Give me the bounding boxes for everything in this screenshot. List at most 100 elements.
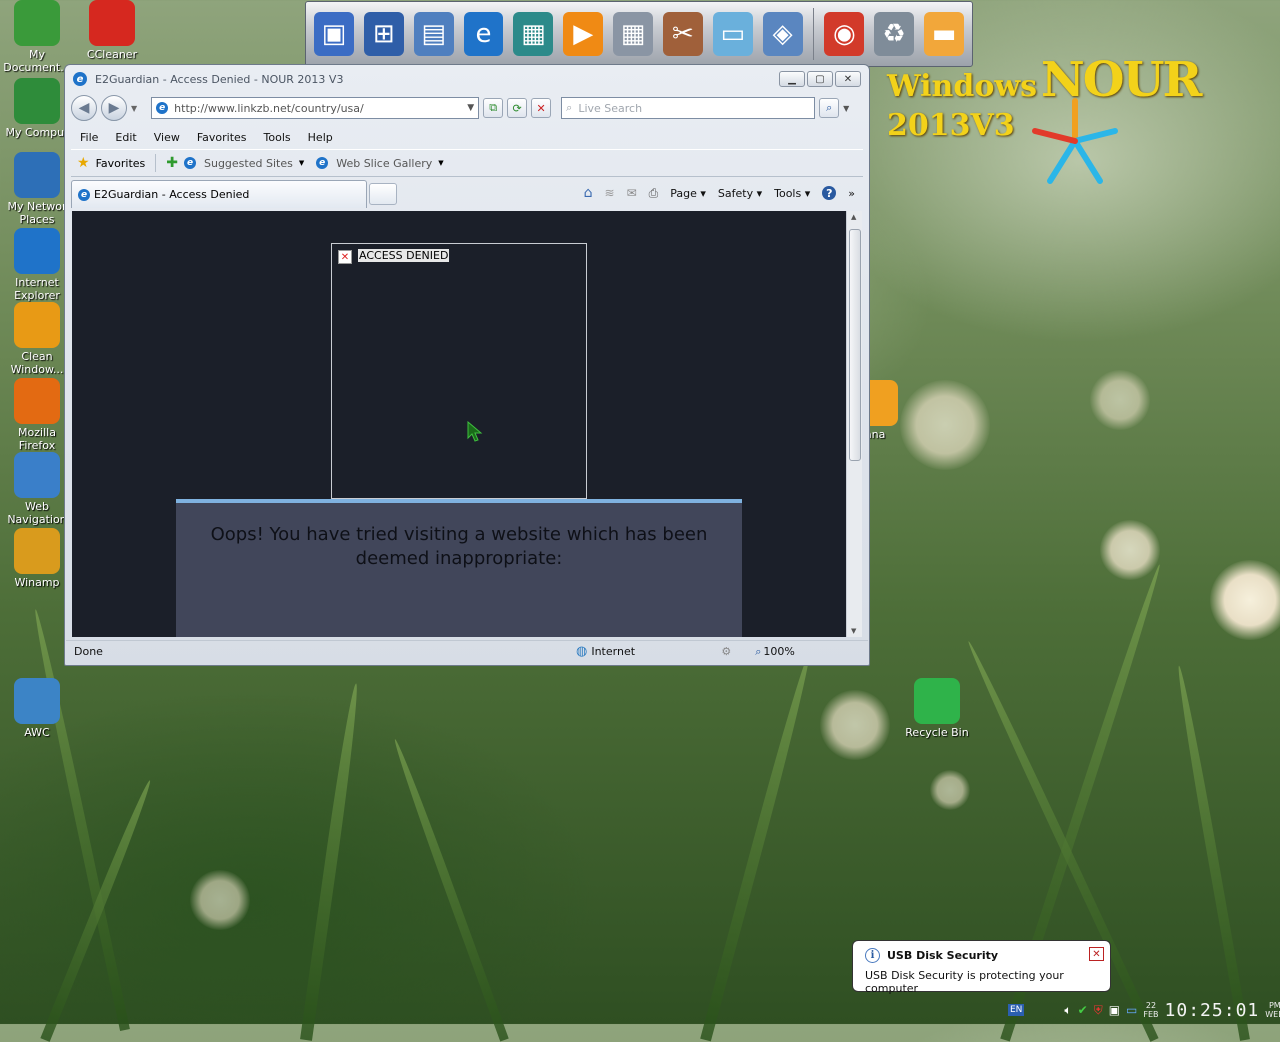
antivirus-icon[interactable]: ✔ xyxy=(1078,1003,1088,1017)
zoom-level[interactable]: 100% xyxy=(763,645,794,658)
tab-active[interactable]: e E2Guardian - Access Denied xyxy=(71,180,367,208)
suggested-sites-button[interactable]: Suggested Sites xyxy=(204,157,293,170)
menu-favorites[interactable]: Favorites xyxy=(197,131,247,144)
broken-image: ✕ ACCESS DENIED xyxy=(331,243,587,499)
clock[interactable]: 10:25:01 xyxy=(1165,1000,1260,1021)
launch-tools-icon[interactable]: ✂ xyxy=(663,12,703,56)
chevron-more-icon[interactable]: » xyxy=(848,187,855,200)
volume-icon[interactable]: 🔈︎ xyxy=(1064,1003,1071,1018)
launch-network-computers-icon[interactable]: ⊞ xyxy=(363,12,404,56)
desktop-icon-label: CCleaner xyxy=(86,48,138,61)
address-text: http://www.linkzb.net/country/usa/ xyxy=(174,101,364,115)
notification-close-button[interactable]: ✕ xyxy=(1089,947,1104,961)
scrollbar-thumb[interactable] xyxy=(849,229,861,461)
compatibility-view-button[interactable]: ⧉ xyxy=(483,98,504,118)
add-favorites-icon[interactable]: ✚ xyxy=(166,155,178,171)
tools-menu[interactable]: Tools ▾ xyxy=(774,187,810,200)
quick-launch-bar: ▣ ⊞ ▤ e ▦ ▶ ▦ ✂ ▭ ◈ ◉ ♻ ▬ xyxy=(305,1,973,67)
back-button[interactable]: ◀ xyxy=(71,95,97,121)
display-tray-icon[interactable]: ▭ xyxy=(1126,1003,1137,1017)
scroll-down-icon[interactable]: ▼ xyxy=(851,627,856,635)
page-content[interactable]: ✕ ACCESS DENIED Oops! You have tried vis… xyxy=(72,211,862,637)
search-placeholder: Live Search xyxy=(578,101,643,115)
close-button[interactable]: ✕ xyxy=(835,71,861,87)
desktop-icon-network[interactable]: My Networ Places xyxy=(0,152,74,226)
menu-help[interactable]: Help xyxy=(308,131,333,144)
protected-mode-icon[interactable]: ⚙ xyxy=(721,645,731,658)
web-slice-icon: e xyxy=(316,157,329,169)
desktop-icon-winamp[interactable]: Winamp xyxy=(0,528,74,589)
menu-file[interactable]: File xyxy=(80,131,98,144)
window-title: E2Guardian - Access Denied - NOUR 2013 V… xyxy=(95,72,344,86)
launch-chrome-icon[interactable]: ◉ xyxy=(824,12,865,56)
launch-media-player-icon[interactable]: ▶ xyxy=(563,12,604,56)
desktop-icon-broom[interactable]: Clean Window... xyxy=(0,302,74,376)
maximize-button[interactable]: ▢ xyxy=(807,71,833,87)
desktop-icon-recycle-bin[interactable]: Recycle Bin xyxy=(900,678,974,739)
forward-button[interactable]: ▶ xyxy=(101,95,127,121)
desktop-icon-label: Recycle Bin xyxy=(905,726,969,739)
scroll-up-icon[interactable]: ▲ xyxy=(851,213,856,221)
command-bar: ⌂ ≋ ✉ ⎙ Page ▾ Safety ▾ Tools ▾ ? » xyxy=(584,179,855,207)
recent-pages-icon[interactable]: ▼ xyxy=(131,104,137,113)
launch-recycle-bin-icon[interactable]: ♻ xyxy=(874,12,915,56)
tray-ampm: PMWED xyxy=(1265,1001,1280,1019)
ie-window[interactable]: e E2Guardian - Access Denied - NOUR 2013… xyxy=(64,64,870,666)
search-button[interactable]: ⌕ xyxy=(819,98,840,118)
minimize-button[interactable]: ▁ xyxy=(779,71,805,87)
launch-control-panel-icon[interactable]: ◈ xyxy=(762,12,803,56)
safety-menu[interactable]: Safety ▾ xyxy=(718,187,762,200)
launch-display-settings-icon[interactable]: ▦ xyxy=(513,12,554,56)
menu-edit[interactable]: Edit xyxy=(115,131,136,144)
web-slice-gallery-button[interactable]: Web Slice Gallery xyxy=(336,157,432,170)
stop-button[interactable]: ✕ xyxy=(531,98,552,118)
desktop-icon-ie[interactable]: Internet Explorer xyxy=(0,228,74,302)
suggested-sites-dropdown-icon[interactable]: ▼ xyxy=(299,159,304,167)
address-bar[interactable]: e http://www.linkzb.net/country/usa/ ▼ xyxy=(151,97,480,119)
desktop-icon-firefox[interactable]: Mozilla Firefox xyxy=(0,378,74,452)
desktop-icon-ccleaner[interactable]: CCleaner xyxy=(75,0,149,61)
notification-message: USB Disk Security is protecting your com… xyxy=(865,969,1064,995)
feeds-icon[interactable]: ≋ xyxy=(605,186,615,200)
title-bar[interactable]: e E2Guardian - Access Denied - NOUR 2013… xyxy=(65,65,869,93)
launch-calculator-icon[interactable]: ▦ xyxy=(613,12,654,56)
desktop-icon-folder-documents[interactable]: My Document... xyxy=(0,0,74,74)
message-panel: Oops! You have tried visiting a website … xyxy=(176,499,742,637)
home-icon[interactable]: ⌂ xyxy=(584,185,593,201)
menu-view[interactable]: View xyxy=(154,131,180,144)
usb-security-icon[interactable]: ⛨ xyxy=(1094,1003,1103,1018)
refresh-button[interactable]: ⟳ xyxy=(507,98,528,118)
language-indicator[interactable]: EN xyxy=(1008,1004,1025,1016)
page-menu[interactable]: Page ▾ xyxy=(670,187,706,200)
folder-documents-icon xyxy=(14,0,60,46)
denied-message: Oops! You have tried visiting a website … xyxy=(210,524,708,569)
search-input[interactable]: ⌕ Live Search xyxy=(561,97,816,119)
network-icon xyxy=(14,152,60,198)
help-icon[interactable]: ? xyxy=(822,186,837,200)
desktop-icon-computer[interactable]: My Comput xyxy=(0,78,74,139)
favorites-button[interactable]: Favorites xyxy=(96,157,146,170)
launch-ie-icon[interactable]: e xyxy=(463,12,504,56)
web-slice-dropdown-icon[interactable]: ▼ xyxy=(438,159,443,167)
print-icon[interactable]: ⎙ xyxy=(649,186,659,201)
computer-icon xyxy=(14,78,60,124)
usb-security-notification[interactable]: i USB Disk Security ✕ USB Disk Security … xyxy=(852,940,1111,995)
search-options-icon[interactable]: ▼ xyxy=(843,104,849,113)
network-tray-icon[interactable]: ▣ xyxy=(1109,1003,1120,1017)
menu-tools[interactable]: Tools xyxy=(264,131,291,144)
broken-image-icon: ✕ xyxy=(338,250,352,264)
desktop-icon-globe[interactable]: Web Navigation xyxy=(0,452,74,526)
internet-zone-icon: ◍ xyxy=(576,644,588,659)
launch-monitor-icon[interactable]: ▣ xyxy=(314,12,354,56)
security-zone[interactable]: Internet xyxy=(591,645,721,658)
read-mail-icon[interactable]: ✉ xyxy=(627,186,637,200)
launch-notepad-icon[interactable]: ▭ xyxy=(712,12,753,56)
vertical-scrollbar[interactable]: ▲ ▼ xyxy=(846,211,862,637)
launch-documents-icon[interactable]: ▤ xyxy=(413,12,454,56)
status-bar: Done ◍ Internet ⚙ ⌕ 100% xyxy=(66,640,868,662)
info-icon: i xyxy=(865,948,880,963)
desktop-icon-awc[interactable]: AWC xyxy=(0,678,74,739)
new-tab-button[interactable] xyxy=(369,183,397,205)
launch-folder-icon[interactable]: ▬ xyxy=(924,12,964,56)
address-dropdown-icon[interactable]: ▼ xyxy=(467,103,474,113)
